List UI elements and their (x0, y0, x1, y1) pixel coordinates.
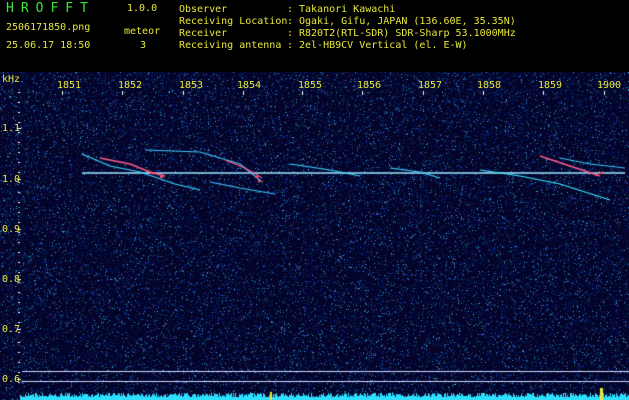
x-tick-1856: 1856 (357, 80, 382, 91)
x-tick-1853: 1853 (179, 80, 204, 91)
y-tick-1-1: 1.1 (2, 123, 21, 134)
unit-label: kHz (2, 74, 21, 85)
observer-separator: : (287, 4, 294, 15)
timestamp: 25.06.17 18:50 (6, 40, 91, 51)
x-tick-1852: 1852 (118, 80, 143, 91)
location-label: Receiving Location (179, 16, 288, 27)
spectrogram-canvas (0, 72, 629, 400)
y-tick-0-8: 0.8 (2, 274, 21, 285)
x-tick-1857: 1857 (418, 80, 443, 91)
receiver-separator: : (287, 28, 294, 39)
y-tick-1-0: 1.0 (2, 174, 21, 185)
meteor-count: 3 (140, 40, 147, 51)
location-value: Ogaki, Gifu, JAPAN (136.60E, 35.35N) (299, 16, 516, 27)
y-tick-0-7: 0.7 (2, 324, 21, 335)
y-tick-0-9: 0.9 (2, 224, 21, 235)
x-tick-1851: 1851 (57, 80, 82, 91)
header-panel: HROFFT 1.0.0 2506171850.png 25.06.17 18:… (0, 0, 629, 72)
app-version: 1.0.0 (127, 3, 158, 14)
antenna-value: 2el-HB9CV Vertical (el. E-W) (299, 40, 468, 51)
x-tick-1858: 1858 (477, 80, 502, 91)
antenna-label: Receiving antenna (179, 40, 282, 51)
x-tick-1855: 1855 (298, 80, 323, 91)
meteor-label: meteor (124, 26, 161, 37)
observer-value: Takanori Kawachi (299, 4, 396, 15)
y-tick-0-6: 0.6 (2, 374, 21, 385)
x-tick-1854: 1854 (237, 80, 262, 91)
app-title: HROFFT (6, 1, 95, 16)
receiver-label: Receiver (179, 28, 228, 39)
receiver-value: R820T2(RTL-SDR) SDR-Sharp 53.1000MHz (299, 28, 516, 39)
x-tick-1900: 1900 (597, 80, 622, 91)
spectrogram-panel: kHz 1851 1852 1853 1854 1855 1856 1857 1… (0, 72, 629, 400)
observer-label: Observer (179, 4, 228, 15)
antenna-separator: : (287, 40, 294, 51)
x-tick-1859: 1859 (538, 80, 563, 91)
file-name: 2506171850.png (6, 22, 91, 33)
location-separator: : (287, 16, 294, 27)
